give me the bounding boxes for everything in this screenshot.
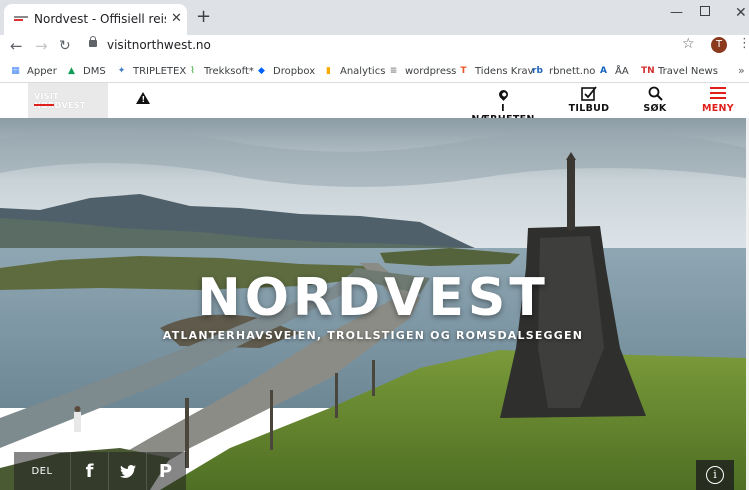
rbnett-icon: rb xyxy=(532,65,543,76)
apps-grid-icon: ▦ xyxy=(11,65,20,76)
drive-icon: ▲ xyxy=(68,65,75,76)
bookmark-label: Dropbox xyxy=(273,65,316,77)
tripletex-icon: ✦ xyxy=(117,65,126,76)
twitter-icon[interactable] xyxy=(108,452,146,490)
trekksoft-icon: ⌇ xyxy=(190,65,195,76)
bookmark--a[interactable]: A ÅA xyxy=(598,63,629,79)
bookmark-label: ÅA xyxy=(615,65,629,77)
bookmark-label: Trekksoft* xyxy=(204,65,254,77)
browser-tabstrip: Nordvest - Offisiell reiseguide for ✕ + … xyxy=(0,0,749,35)
forward-arrow-icon[interactable]: → xyxy=(35,37,48,55)
nav-offers[interactable]: TILBUD xyxy=(566,84,612,114)
bookmark-dms[interactable]: ▲ DMS xyxy=(66,63,106,79)
bookmark-tripletex[interactable]: ✦ TRIPLETEX xyxy=(116,63,186,79)
window-close-button[interactable]: ✕ xyxy=(735,5,747,21)
bookmark-star-icon[interactable]: ☆ xyxy=(682,36,695,52)
browser-tab[interactable]: Nordvest - Offisiell reiseguide for ✕ xyxy=(4,4,187,35)
analytics-icon: ▮ xyxy=(326,65,331,76)
lock-icon xyxy=(89,36,97,47)
back-arrow-icon[interactable]: ← xyxy=(10,37,23,55)
nav-menu-label: MENY xyxy=(702,103,734,114)
window-minimize-button[interactable]: — xyxy=(670,5,683,20)
dropbox-icon: ◆ xyxy=(258,65,265,76)
location-pin-icon xyxy=(496,87,510,101)
bookmark-label: Apper xyxy=(27,65,57,77)
bookmark-rbnett-no[interactable]: rb rbnett.no xyxy=(532,63,595,79)
nav-menu[interactable]: MENY xyxy=(698,84,738,114)
url-text[interactable]: visitnorthwest.no xyxy=(107,38,211,52)
info-icon: i xyxy=(706,466,724,484)
address-bar[interactable]: visitnorthwest.no xyxy=(82,35,704,57)
site-header: VISIT NORDVEST ! I NÆRHETEN TILBUD SØK M… xyxy=(0,83,749,125)
bookmark-travel-news[interactable]: TN Travel News xyxy=(641,63,718,79)
tidens-krav-icon: T xyxy=(460,65,467,76)
site-favicon-icon xyxy=(14,16,28,24)
bookmark-dropbox[interactable]: ◆ Dropbox xyxy=(256,63,315,79)
bookmark-label: TRIPLETEX xyxy=(133,65,187,77)
info-button[interactable]: i xyxy=(696,460,734,490)
bookmark-label: Tidens Krav xyxy=(475,65,534,77)
warning-icon[interactable]: ! xyxy=(136,92,150,104)
logo-underline xyxy=(34,104,54,106)
nav-search-label: SØK xyxy=(643,103,667,114)
new-tab-button[interactable]: + xyxy=(196,6,211,27)
bookmark-label: Travel News xyxy=(658,65,718,77)
bookmark-analytics[interactable]: ▮ Analytics xyxy=(323,63,385,79)
bookmark-label: wordpress xyxy=(405,65,457,77)
tab-close-button[interactable]: ✕ xyxy=(171,11,182,26)
profile-avatar[interactable]: T xyxy=(711,37,727,53)
facebook-icon[interactable]: f xyxy=(70,452,108,490)
bookmark-label: DMS xyxy=(83,65,106,77)
bookmark-apper[interactable]: ▦ Apper xyxy=(10,63,57,79)
share-bar: DEL f P xyxy=(14,452,186,490)
checkbox-icon xyxy=(581,85,597,101)
wordpress-icon: ≡ xyxy=(389,65,398,76)
bookmark-wordpress[interactable]: ≡ wordpress xyxy=(388,63,457,79)
search-icon xyxy=(648,86,663,101)
reload-icon[interactable]: ↻ xyxy=(59,38,71,54)
nav-search[interactable]: SØK xyxy=(637,84,673,114)
bookmark-tidens-krav[interactable]: T Tidens Krav xyxy=(458,63,534,79)
browser-menu-icon[interactable]: ⋮ xyxy=(738,36,749,51)
hamburger-menu-icon xyxy=(710,84,726,102)
bookmark-label: Analytics xyxy=(340,65,386,77)
bookmark-label: rbnett.no xyxy=(549,65,596,77)
window-maximize-button[interactable] xyxy=(700,6,710,16)
bookmarks-overflow-button[interactable]: » xyxy=(738,64,745,77)
tab-title: Nordvest - Offisiell reiseguide for xyxy=(34,12,166,26)
hero-title: NORDVEST xyxy=(197,268,549,328)
bookmark-trekksoft[interactable]: ⌇ Trekksoft* xyxy=(187,63,254,79)
bookmarks-bar: » ▦ Apper ▲ DMS ✦ TRIPLETEX ⌇ Trekksoft* ◆ Dropbo… xyxy=(0,59,749,83)
nav-offers-label: TILBUD xyxy=(568,103,610,114)
share-label: DEL xyxy=(31,465,53,477)
browser-toolbar: ← → ↻ visitnorthwest.no ☆ T ⋮ xyxy=(0,35,749,59)
travel-news-icon: TN xyxy=(641,65,655,76)
pinterest-icon[interactable]: P xyxy=(146,452,184,490)
logo-text: VISIT NORDVEST xyxy=(34,92,86,110)
hero-subtitle: ATLANTERHAVSVEIEN, TROLLSTIGEN OG ROMSDA… xyxy=(162,329,584,342)
site-logo[interactable]: VISIT NORDVEST xyxy=(28,83,108,118)
aa-icon: A xyxy=(600,65,607,76)
hero-section: NORDVEST ATLANTERHAVSVEIEN, TROLLSTIGEN … xyxy=(0,118,746,490)
